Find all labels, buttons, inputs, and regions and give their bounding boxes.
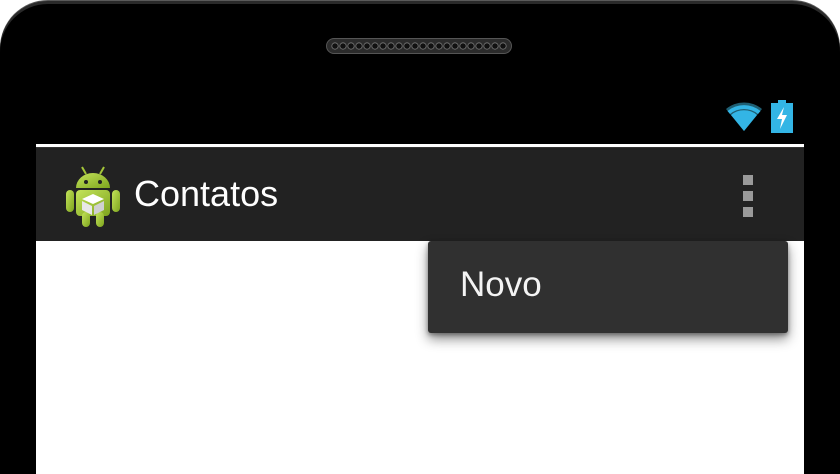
app-screen: Contatos Novo — [36, 144, 804, 474]
overflow-dot — [743, 175, 753, 185]
action-bar: Contatos — [36, 147, 804, 241]
status-bar — [36, 94, 804, 144]
overflow-popup-menu: Novo — [428, 241, 788, 333]
overflow-dot — [743, 207, 753, 217]
overflow-dot — [743, 191, 753, 201]
app-title: Contatos — [134, 173, 279, 214]
android-app-icon[interactable] — [64, 164, 122, 228]
battery-charging-icon — [771, 100, 793, 133]
wifi-icon — [726, 102, 762, 131]
menu-item-label: Novo — [460, 265, 542, 304]
device-frame: Contatos Novo — [0, 4, 840, 474]
menu-item-novo[interactable]: Novo — [428, 241, 788, 333]
speaker-grille — [326, 38, 512, 54]
overflow-menu-icon[interactable] — [732, 168, 764, 224]
